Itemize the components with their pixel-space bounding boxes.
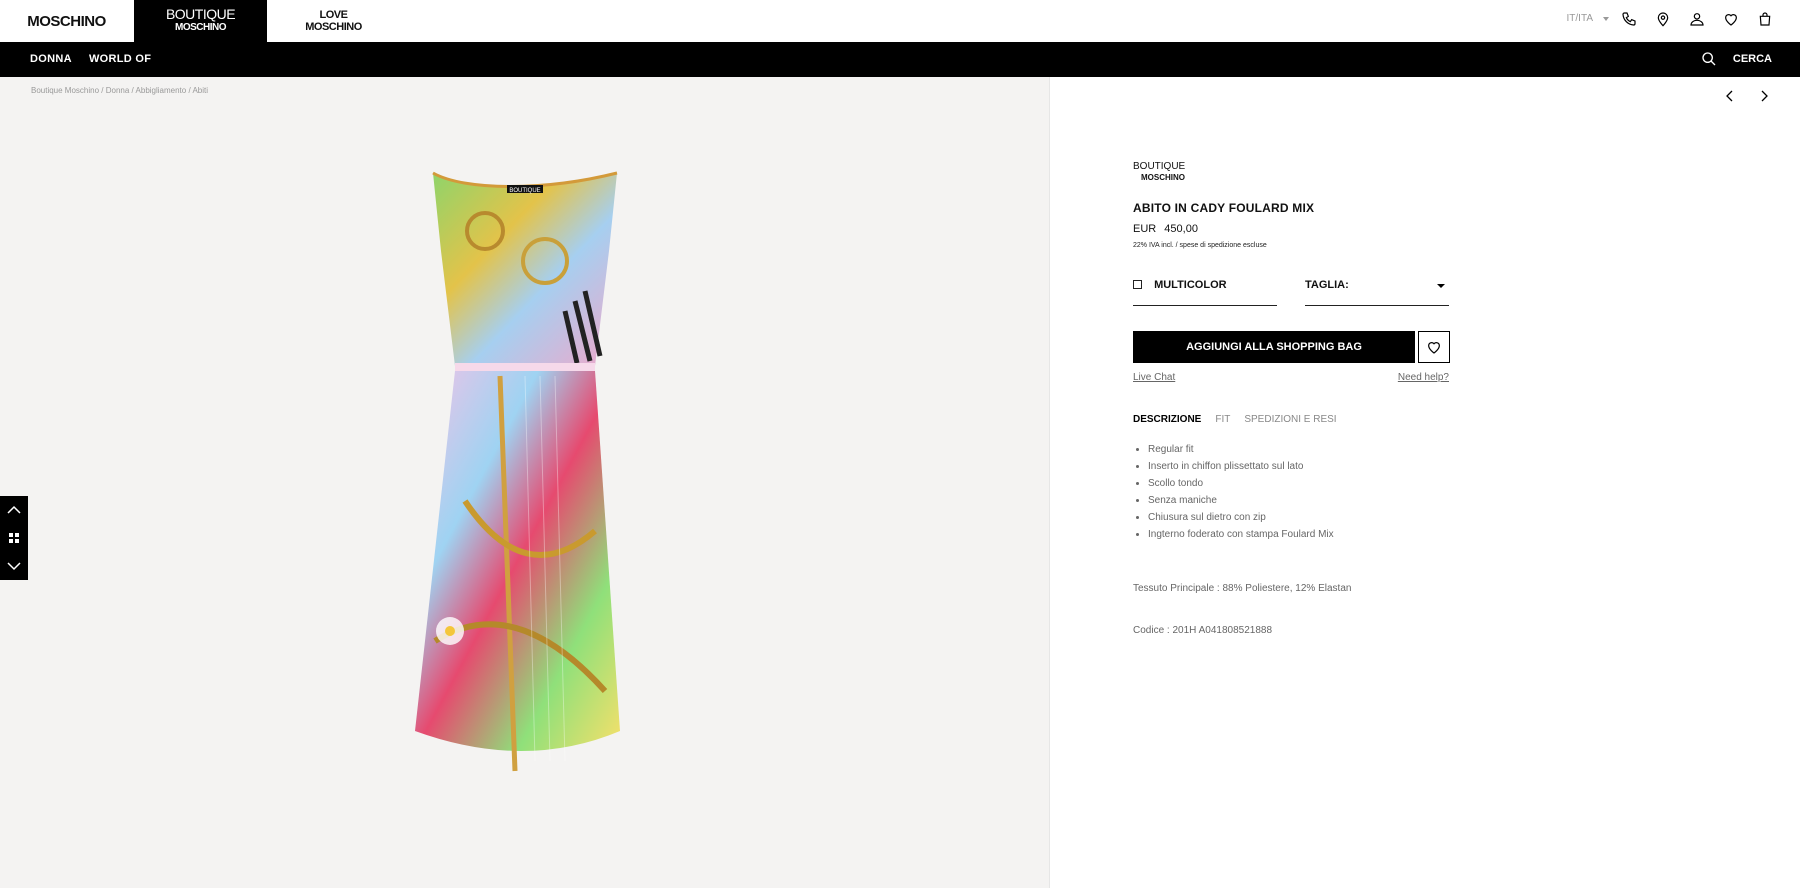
grid-icon (9, 533, 19, 543)
add-to-bag-button[interactable]: AGGIUNGI ALLA SHOPPING BAG (1133, 331, 1415, 363)
product-pager (1722, 89, 1772, 103)
description-item: Inserto in chiffon plissettato sul lato (1148, 458, 1334, 475)
account-icon[interactable] (1688, 10, 1706, 28)
wishlist-icon[interactable] (1722, 10, 1740, 28)
info-tabs: DESCRIZIONE FIT SPEDIZIONI E RESI (1133, 414, 1337, 425)
gallery-down-button[interactable] (0, 552, 28, 580)
price-currency: EUR (1133, 223, 1157, 235)
bag-icon[interactable] (1756, 10, 1774, 28)
gallery-controls (0, 496, 28, 580)
description-item: Chiusura sul dietro con zip (1148, 509, 1334, 526)
live-chat-link[interactable]: Live Chat (1133, 372, 1175, 383)
brand-boutique-line2: MOSCHINO (175, 22, 227, 33)
breadcrumb-item[interactable]: Boutique Moschino (31, 86, 99, 95)
header-icons (1620, 10, 1774, 28)
product-image[interactable]: BOUTIQUE (405, 171, 645, 826)
next-product-button[interactable] (1758, 89, 1772, 103)
price-value: 450,00 (1164, 223, 1198, 235)
vat-note: 22% IVA incl. / spese di spedizione escl… (1133, 242, 1267, 249)
phone-icon[interactable] (1620, 10, 1638, 28)
description-list: Regular fit Inserto in chiffon plissetta… (1133, 441, 1334, 543)
product-details-panel: BOUTIQUE MOSCHINO ABITO IN CADY FOULARD … (1050, 77, 1800, 888)
nav-item-donna[interactable]: DONNA (30, 53, 72, 65)
chevron-left-icon (1726, 90, 1733, 102)
product-code: Codice : 201H A041808521888 (1133, 625, 1273, 636)
brand-tab-boutique-moschino[interactable]: BOUTIQUE MOSCHINO (134, 0, 267, 42)
color-selector[interactable]: MULTICOLOR (1133, 279, 1277, 306)
color-label: MULTICOLOR (1154, 279, 1227, 291)
language-selector[interactable]: IT/ITA (1567, 13, 1609, 24)
caret-down-icon (1437, 284, 1445, 288)
heart-icon (1428, 342, 1440, 354)
help-links: Live Chat Need help? (1133, 372, 1449, 383)
brand-boutique-line1: BOUTIQUE (165, 6, 236, 22)
product-gallery: Boutique Moschino / Donna / Abbigliament… (0, 77, 1050, 888)
size-selector[interactable]: TAGLIA: (1305, 279, 1449, 306)
add-to-wishlist-button[interactable] (1418, 331, 1450, 363)
tab-fit[interactable]: FIT (1215, 414, 1230, 425)
breadcrumb-item[interactable]: Abiti (192, 86, 208, 95)
brand-logo-line2: MOSCHINO (1141, 173, 1185, 182)
size-label: TAGLIA: (1305, 279, 1349, 291)
breadcrumb-item[interactable]: Donna (106, 86, 130, 95)
language-label: IT/ITA (1566, 13, 1593, 24)
brand-tab-moschino[interactable]: MOSCHINO (0, 0, 133, 42)
gallery-up-button[interactable] (0, 496, 28, 524)
nav-item-world-of[interactable]: WORLD OF (89, 53, 151, 65)
brand-love-line1: LOVE (319, 9, 348, 21)
brand-love-line2: MOSCHINO (305, 21, 362, 33)
prev-product-button[interactable] (1722, 89, 1736, 103)
description-item: Scollo tondo (1148, 475, 1334, 492)
need-help-link[interactable]: Need help? (1398, 372, 1449, 383)
breadcrumb: Boutique Moschino / Donna / Abbigliament… (31, 86, 209, 95)
search-icon (1702, 52, 1716, 66)
brand-tab-love-moschino[interactable]: LOVE MOSCHINO (267, 0, 400, 42)
svg-text:BOUTIQUE: BOUTIQUE (509, 188, 540, 194)
location-icon[interactable] (1654, 10, 1672, 28)
breadcrumb-item[interactable]: Abbigliamento (136, 86, 187, 95)
brand-logo: BOUTIQUE MOSCHINO (1133, 161, 1185, 183)
product-name: ABITO IN CADY FOULARD MIX (1133, 201, 1315, 215)
description-item: Ingterno foderato con stampa Foulard Mix (1148, 526, 1334, 543)
chevron-down-icon (7, 562, 21, 571)
search-label: CERCA (1732, 53, 1772, 65)
description-item: Senza maniche (1148, 492, 1334, 509)
tab-spedizioni-e-resi[interactable]: SPEDIZIONI E RESI (1244, 414, 1336, 425)
description-item: Regular fit (1148, 441, 1334, 458)
gallery-grid-button[interactable] (0, 524, 28, 552)
brand-logo-line1: BOUTIQUE (1133, 161, 1186, 172)
brand-moschino-label: MOSCHINO (27, 12, 106, 30)
chevron-down-icon (1603, 16, 1609, 21)
chevron-up-icon (7, 505, 21, 514)
product-price: EUR 450,00 (1133, 223, 1198, 235)
top-bar: MOSCHINO BOUTIQUE MOSCHINO LOVE MOSCHINO… (0, 0, 1800, 43)
color-swatch (1133, 280, 1142, 289)
fabric-composition: Tessuto Principale : 88% Poliestere, 12%… (1133, 583, 1352, 594)
main-nav: DONNA WORLD OF CERCA (0, 42, 1800, 77)
chevron-right-icon (1761, 90, 1768, 102)
tab-descrizione[interactable]: DESCRIZIONE (1133, 414, 1201, 425)
search-button[interactable]: CERCA (1701, 51, 1772, 67)
